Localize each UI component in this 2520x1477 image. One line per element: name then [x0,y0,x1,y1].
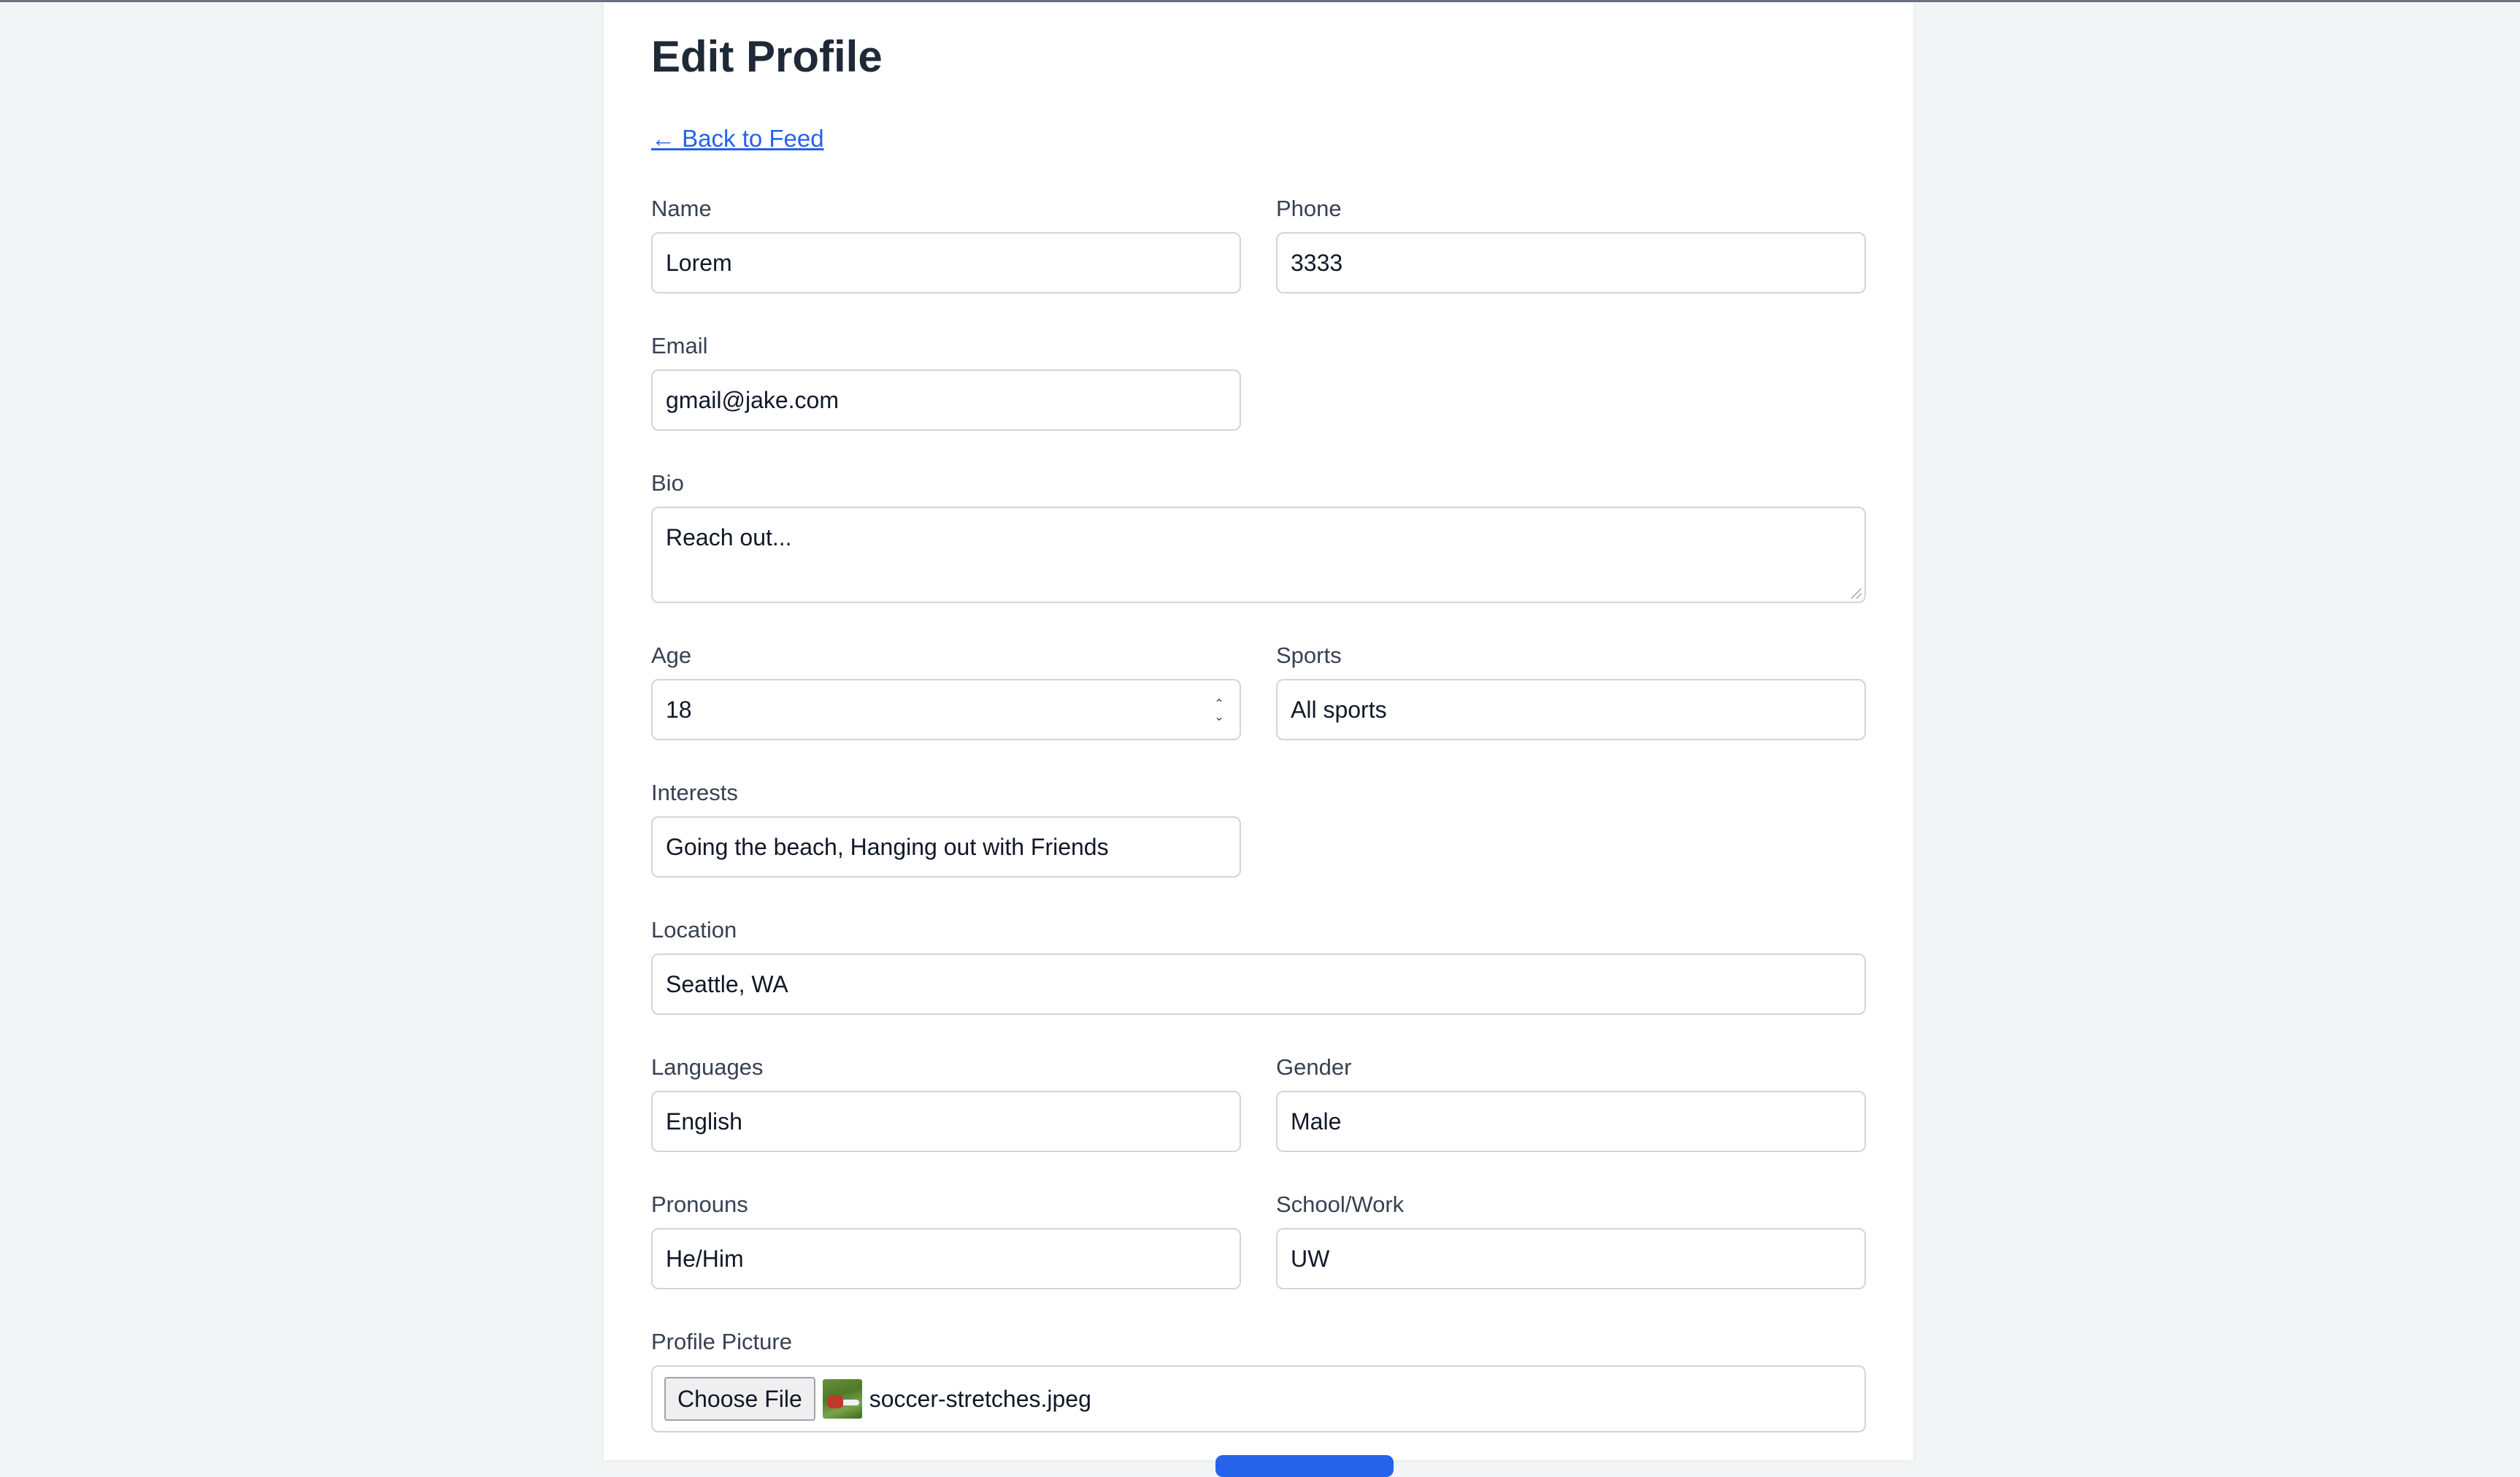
email-field-group: Email gmail@jake.com [651,333,1241,431]
sports-input[interactable]: All sports [1276,679,1866,740]
languages-input[interactable]: English [651,1091,1241,1152]
pronouns-input[interactable]: He/Him [651,1228,1241,1289]
gender-input[interactable]: Male [1276,1091,1866,1152]
bio-textarea[interactable]: Reach out... [651,507,1866,603]
school-work-field-group: School/Work UW [1276,1192,1866,1289]
email-label: Email [651,333,708,358]
location-field-group: Location Seattle, WA [651,917,1866,1015]
school-work-input[interactable]: UW [1276,1228,1866,1289]
location-input[interactable]: Seattle, WA [651,954,1866,1015]
bio-field-group: Bio Reach out... [651,470,1866,603]
sports-label: Sports [1276,642,1342,668]
edit-profile-card: Edit Profile ← Back to Feed Name Lorem P… [604,2,1913,1477]
phone-field-group: Phone 3333 [1276,196,1866,294]
sports-field-group: Sports All sports [1276,642,1866,740]
pronouns-label: Pronouns [651,1192,748,1217]
age-input[interactable]: 18 ⌃ ⌃ [651,679,1241,740]
phone-input[interactable]: 3333 [1276,232,1866,294]
age-label: Age [651,642,692,668]
back-to-feed-link[interactable]: ← Back to Feed [651,125,824,153]
choose-file-button[interactable]: Choose File [664,1377,815,1421]
page-title: Edit Profile [651,32,883,81]
profile-picture-input[interactable]: Choose File soccer-stretches.jpeg [651,1365,1866,1432]
profile-picture-thumbnail [822,1379,862,1419]
name-input[interactable]: Lorem [651,232,1241,294]
phone-label: Phone [1276,196,1342,221]
school-work-label: School/Work [1276,1192,1405,1217]
bio-text: Reach out... [666,524,792,550]
gender-field-group: Gender Male [1276,1054,1866,1152]
save-profile-button[interactable] [1215,1455,1394,1477]
resize-grip-icon[interactable] [1851,588,1862,599]
profile-picture-label: Profile Picture [651,1329,792,1354]
bio-label: Bio [651,470,684,496]
interests-label: Interests [651,780,738,805]
interests-input[interactable]: Going the beach, Hanging out with Friend… [651,816,1241,878]
location-label: Location [651,917,737,943]
interests-field-group: Interests Going the beach, Hanging out w… [651,780,1241,878]
age-field-group: Age 18 ⌃ ⌃ [651,642,1241,740]
pronouns-field-group: Pronouns He/Him [651,1192,1241,1289]
profile-picture-field-group: Profile Picture Choose File soccer-stret… [651,1329,1866,1432]
languages-label: Languages [651,1054,764,1080]
gender-label: Gender [1276,1054,1352,1080]
email-input[interactable]: gmail@jake.com [651,369,1241,431]
name-field-group: Name Lorem [651,196,1241,294]
selected-file-name: soccer-stretches.jpeg [869,1386,1091,1412]
up-down-spinner-icon[interactable]: ⌃ ⌃ [1212,699,1226,722]
languages-field-group: Languages English [651,1054,1241,1152]
age-value: 18 [666,697,692,723]
name-label: Name [651,196,712,221]
